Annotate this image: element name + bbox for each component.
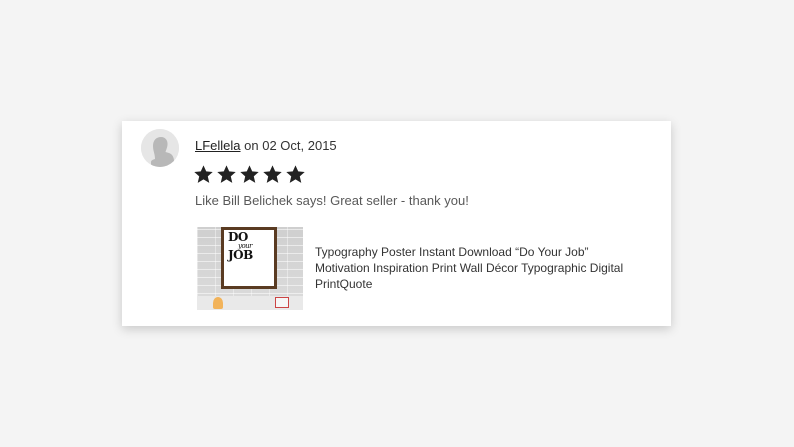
star-icon xyxy=(286,165,305,183)
poster: DO your JOB xyxy=(224,230,274,286)
avatar[interactable] xyxy=(141,129,179,167)
poster-text-bottom: JOB xyxy=(228,248,253,262)
decor-frame xyxy=(275,297,289,308)
decor-vase xyxy=(213,297,223,309)
star-rating xyxy=(193,164,306,185)
poster-text: DO your JOB xyxy=(228,231,253,262)
star-icon xyxy=(217,165,236,183)
star-icon xyxy=(194,165,213,183)
poster-frame: DO your JOB xyxy=(221,227,277,289)
default-user-avatar-icon xyxy=(141,129,179,167)
listing-link[interactable]: DO your JOB Typography Poster Instant Do… xyxy=(197,227,645,310)
review-meta: LFellela on 02 Oct, 2015 xyxy=(195,138,337,153)
reviewer-name-link[interactable]: LFellela xyxy=(195,138,241,153)
star-icon xyxy=(240,165,259,183)
review-date: on 02 Oct, 2015 xyxy=(244,138,337,153)
listing-thumbnail[interactable]: DO your JOB xyxy=(197,227,303,310)
review-card: LFellela on 02 Oct, 2015 Like Bill Belic… xyxy=(122,121,671,326)
star-icon xyxy=(263,165,282,183)
review-text: Like Bill Belichek says! Great seller - … xyxy=(195,193,469,208)
listing-title[interactable]: Typography Poster Instant Download “Do Y… xyxy=(315,244,645,310)
